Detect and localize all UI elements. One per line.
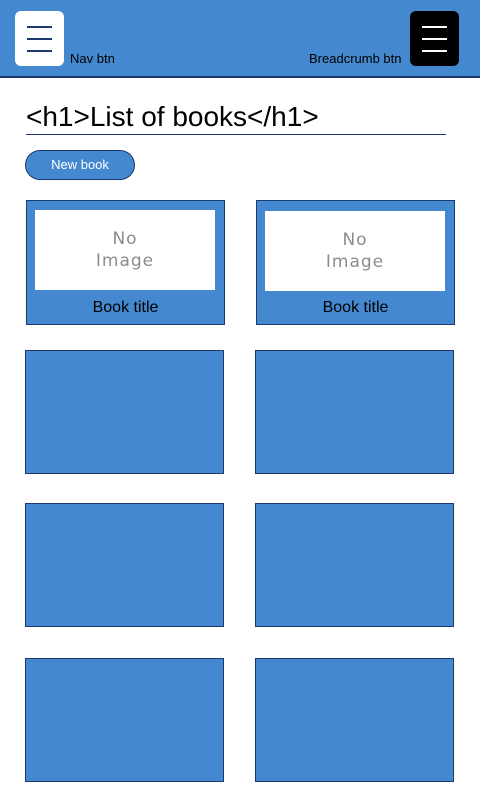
nav-button[interactable]	[15, 11, 64, 66]
book-card-empty[interactable]	[255, 350, 454, 474]
nav-button-label: Nav btn	[70, 51, 115, 66]
book-card-empty[interactable]	[25, 350, 224, 474]
book-card-empty[interactable]	[255, 658, 454, 782]
hamburger-icon	[422, 26, 447, 52]
breadcrumb-button-label: Breadcrumb btn	[309, 51, 402, 66]
breadcrumb-button[interactable]	[410, 11, 459, 66]
book-image-placeholder: No Image	[265, 211, 445, 291]
new-book-button[interactable]: New book	[25, 150, 135, 180]
hamburger-icon	[27, 26, 52, 52]
book-title: Book title	[92, 299, 159, 316]
book-card[interactable]: No Image Book title	[26, 200, 225, 325]
page-title: <h1>List of books</h1>	[26, 100, 446, 135]
book-card-empty[interactable]	[25, 658, 224, 782]
app-header: Nav btn Breadcrumb btn	[0, 0, 480, 78]
book-card[interactable]: No Image Book title	[256, 200, 455, 325]
book-card-empty[interactable]	[255, 503, 454, 627]
book-card-empty[interactable]	[25, 503, 224, 627]
book-title: Book title	[322, 299, 389, 316]
book-image-placeholder: No Image	[35, 210, 215, 290]
